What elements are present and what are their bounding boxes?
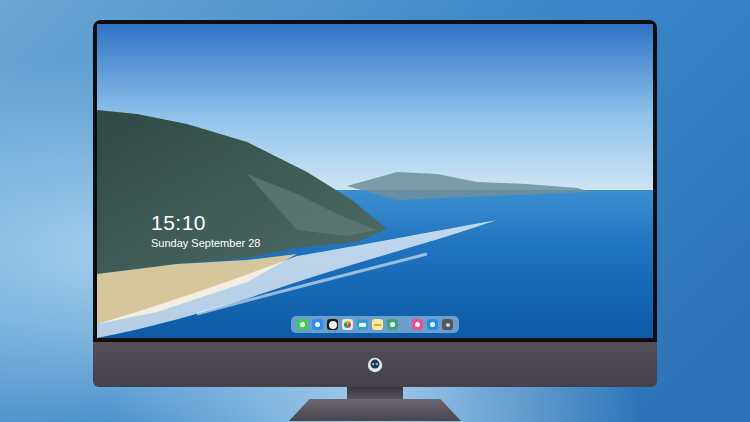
music-icon[interactable] xyxy=(412,319,423,330)
robot-logo-icon xyxy=(366,356,384,374)
messages-icon[interactable] xyxy=(297,319,308,330)
monitor-chin xyxy=(93,342,657,387)
video-icon[interactable] xyxy=(357,319,368,330)
lock-screen[interactable]: 15:10Sunday September 28 xyxy=(97,24,653,338)
camera-icon[interactable] xyxy=(442,319,453,330)
clock-time: 15:10 xyxy=(151,210,260,236)
notes-icon[interactable] xyxy=(372,319,383,330)
monitor-neck xyxy=(347,387,403,399)
appstore-icon[interactable] xyxy=(427,319,438,330)
monitor-bezel: 15:10Sunday September 28 xyxy=(93,20,657,342)
desktop-background: 15:10Sunday September 28 xyxy=(0,0,750,422)
wallpaper-picture xyxy=(97,24,653,338)
gallery-icon[interactable] xyxy=(387,319,398,330)
monitor-stand xyxy=(289,399,461,421)
clock-icon[interactable] xyxy=(327,319,338,330)
files-icon[interactable] xyxy=(312,319,323,330)
lock-clock: 15:10Sunday September 28 xyxy=(151,210,260,250)
photos-icon[interactable] xyxy=(342,319,353,330)
monitor: 15:10Sunday September 28 xyxy=(93,20,657,422)
dock-separator xyxy=(402,319,408,330)
clock-date: Sunday September 28 xyxy=(151,236,260,250)
dock xyxy=(291,316,459,333)
